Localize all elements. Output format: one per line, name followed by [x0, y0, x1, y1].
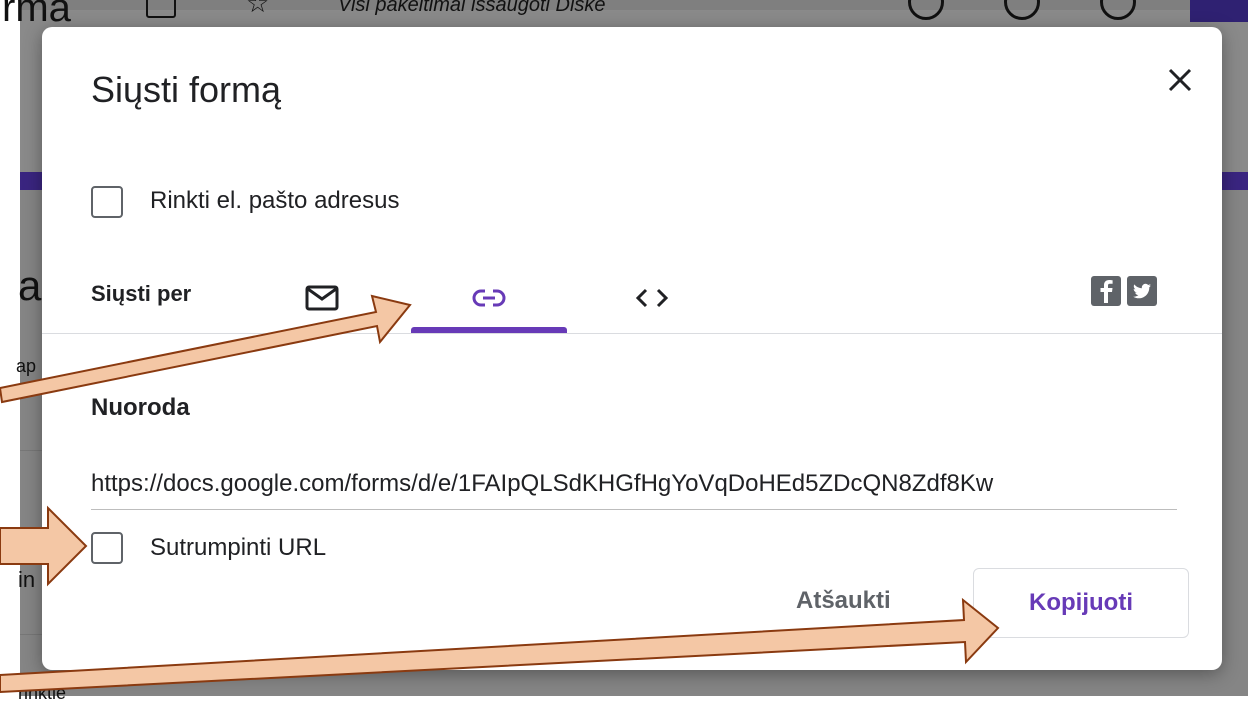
background-star-icon: ☆	[246, 0, 270, 18]
facebook-icon	[1100, 280, 1113, 303]
background-question-fragment: in	[18, 567, 36, 592]
background-account-area	[1190, 0, 1248, 22]
background-description-fragment: ap	[16, 356, 37, 376]
collect-email-checkbox[interactable]	[91, 186, 123, 218]
cancel-button[interactable]: Atšaukti	[796, 587, 891, 615]
collect-email-label: Rinkti el. pašto adresus	[150, 187, 400, 214]
code-icon	[635, 288, 669, 308]
twitter-icon	[1133, 283, 1151, 299]
send-form-dialog: Siųsti formą Rinkti el. pašto adresus Si…	[42, 27, 1222, 670]
mail-icon	[305, 285, 339, 311]
copy-button[interactable]: Kopijuoti	[973, 568, 1189, 638]
background-left-strip	[0, 0, 20, 696]
shorten-url-label: Sutrumpinti URL	[150, 534, 327, 561]
share-facebook-button[interactable]	[1091, 276, 1121, 306]
url-field-underline	[91, 509, 1177, 510]
background-form-title-fragment: a	[18, 262, 42, 309]
close-icon	[1168, 68, 1192, 92]
close-button[interactable]	[1162, 62, 1198, 98]
tab-email[interactable]	[282, 263, 362, 333]
background-save-status: Visi pakeitimai išsaugoti Diske	[338, 0, 606, 16]
tabs-divider	[42, 333, 1222, 334]
link-section-title: Nuoroda	[91, 394, 190, 421]
background-option-fragment: rinktie	[18, 683, 67, 703]
background-topbar	[20, 0, 1248, 10]
shorten-url-checkbox[interactable]	[91, 532, 123, 564]
share-twitter-button[interactable]	[1127, 276, 1157, 306]
tab-embed[interactable]	[607, 263, 697, 333]
dialog-title: Siųsti formą	[91, 69, 282, 110]
link-icon	[472, 289, 506, 307]
tab-link[interactable]	[411, 263, 567, 333]
send-via-label: Siųsti per	[91, 281, 192, 306]
form-url-field[interactable]: https://docs.google.com/forms/d/e/1FAIpQ…	[91, 470, 1177, 498]
background-folder-icon	[146, 0, 176, 18]
